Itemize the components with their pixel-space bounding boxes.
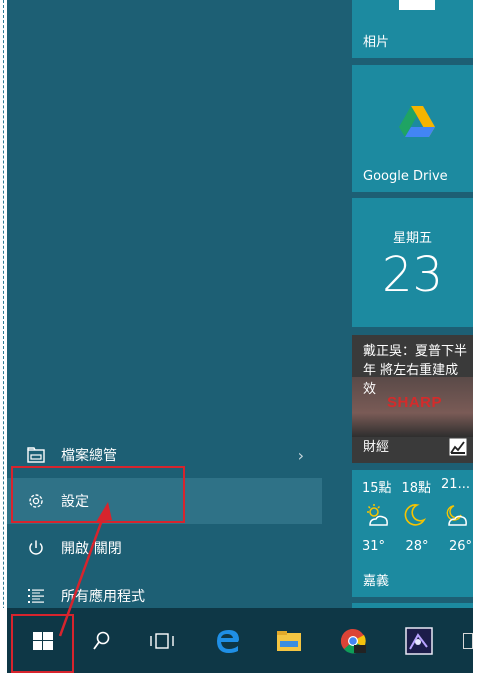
screen: 檔案總管 › 設定 開啟/關閉 所有應用程式: [0, 0, 477, 681]
annotation-arrow: [58, 502, 112, 637]
